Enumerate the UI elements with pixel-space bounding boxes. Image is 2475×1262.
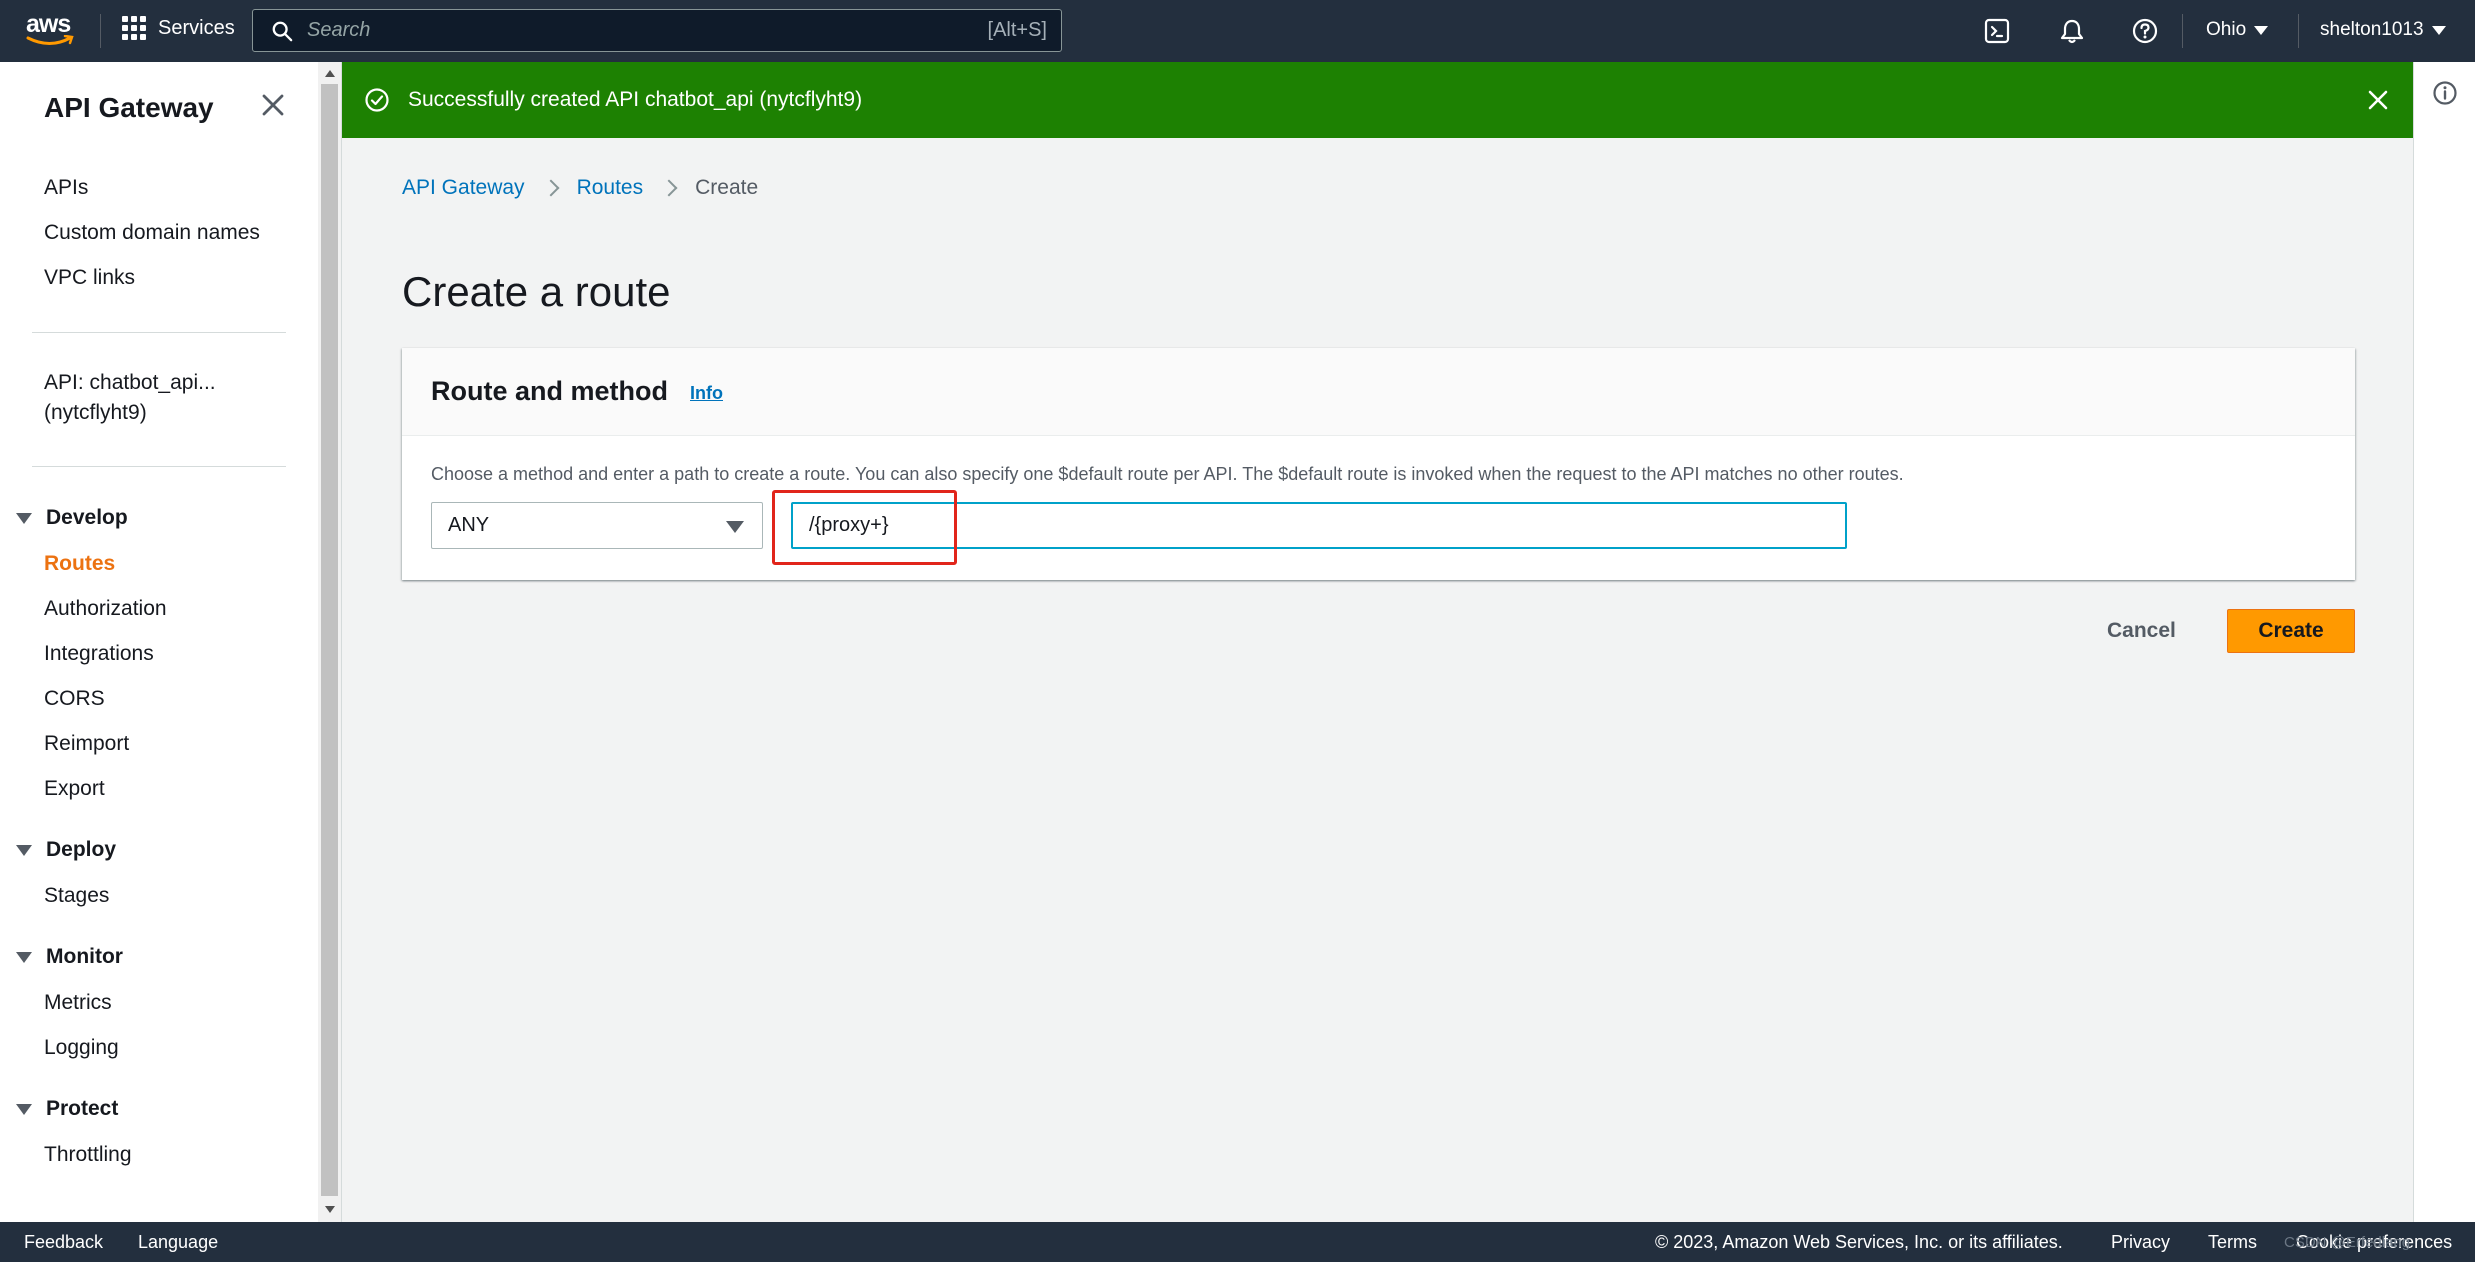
scroll-down-arrow-icon[interactable] bbox=[325, 1206, 335, 1213]
notifications-bell-icon[interactable] bbox=[2058, 17, 2086, 45]
sidebar-scrollbar[interactable] bbox=[318, 62, 341, 1222]
cloudshell-icon[interactable] bbox=[1983, 17, 2011, 45]
services-grid-icon bbox=[122, 16, 146, 40]
chevron-right-icon bbox=[660, 179, 678, 197]
language-selector[interactable]: Language bbox=[138, 1232, 218, 1253]
account-name: shelton1013 bbox=[2320, 19, 2424, 40]
api-name: API: chatbot_api... bbox=[44, 371, 216, 394]
sidebar-item-stages[interactable]: Stages bbox=[44, 884, 109, 908]
sidebar-title[interactable]: API Gateway bbox=[44, 92, 214, 124]
section-develop[interactable]: Develop bbox=[16, 506, 128, 530]
search-bar[interactable]: [Alt+S] bbox=[252, 9, 1062, 52]
sidebar-item-routes[interactable]: Routes bbox=[44, 552, 115, 576]
services-label: Services bbox=[158, 16, 235, 39]
page-title: Create a route bbox=[402, 268, 671, 315]
section-label: Monitor bbox=[46, 945, 123, 968]
sidebar-item-logging[interactable]: Logging bbox=[44, 1036, 119, 1060]
method-select[interactable]: ANY bbox=[431, 502, 763, 549]
privacy-link[interactable]: Privacy bbox=[2111, 1232, 2170, 1253]
main-content: API Gateway Routes Create Create a route… bbox=[342, 138, 2413, 1222]
info-link[interactable]: Info bbox=[690, 383, 723, 404]
sidebar-item-integrations[interactable]: Integrations bbox=[44, 642, 154, 666]
sidebar-item-apis[interactable]: APIs bbox=[44, 176, 88, 200]
sidebar-divider bbox=[32, 466, 286, 467]
sidebar-item-export[interactable]: Export bbox=[44, 777, 105, 801]
scrollbar-thumb[interactable] bbox=[321, 84, 338, 1196]
nav-divider bbox=[100, 14, 101, 48]
caret-down-icon bbox=[726, 521, 744, 533]
section-monitor[interactable]: Monitor bbox=[16, 945, 123, 969]
expand-triangle-icon bbox=[16, 844, 32, 856]
services-menu-button[interactable]: Services bbox=[122, 16, 235, 40]
breadcrumb-api-gateway[interactable]: API Gateway bbox=[402, 176, 525, 200]
search-shortcut-hint: [Alt+S] bbox=[987, 19, 1047, 41]
copyright-text: © 2023, Amazon Web Services, Inc. or its… bbox=[1655, 1232, 2063, 1252]
api-id: (nytcflyht9) bbox=[44, 401, 147, 424]
sidebar-item-metrics[interactable]: Metrics bbox=[44, 991, 112, 1015]
feedback-link[interactable]: Feedback bbox=[24, 1232, 103, 1253]
section-label: Develop bbox=[46, 506, 128, 529]
sidebar-item-throttling[interactable]: Throttling bbox=[44, 1143, 132, 1167]
success-flash-banner: Successfully created API chatbot_api (ny… bbox=[342, 62, 2413, 138]
region-selector[interactable]: Ohio bbox=[2206, 19, 2269, 41]
search-input[interactable] bbox=[307, 19, 988, 42]
scroll-up-arrow-icon[interactable] bbox=[325, 70, 335, 77]
search-icon bbox=[272, 21, 293, 41]
breadcrumb: API Gateway Routes Create bbox=[402, 176, 758, 200]
chevron-right-icon bbox=[542, 179, 560, 197]
section-deploy[interactable]: Deploy bbox=[16, 838, 116, 862]
breadcrumb-create: Create bbox=[695, 176, 759, 199]
sidebar-api-context[interactable]: API: chatbot_api... (nytcflyht9) bbox=[44, 368, 216, 428]
expand-triangle-icon bbox=[16, 1103, 32, 1115]
breadcrumb-routes[interactable]: Routes bbox=[577, 176, 644, 200]
caret-down-icon bbox=[2254, 25, 2269, 35]
top-navigation: aws Services [Alt+S] Ohio bbox=[0, 0, 2475, 62]
section-protect[interactable]: Protect bbox=[16, 1097, 118, 1121]
sidebar-item-cors[interactable]: CORS bbox=[44, 687, 105, 711]
help-icon[interactable] bbox=[2131, 17, 2159, 45]
expand-triangle-icon bbox=[16, 512, 32, 524]
console-footer: Feedback Language © 2023, Amazon Web Ser… bbox=[0, 1222, 2475, 1262]
region-label: Ohio bbox=[2206, 19, 2247, 40]
method-selected-value: ANY bbox=[448, 514, 490, 536]
info-panel-icon[interactable] bbox=[2432, 80, 2458, 106]
cancel-button[interactable]: Cancel bbox=[2089, 609, 2194, 653]
route-and-method-panel: Route and method Info Choose a method an… bbox=[402, 348, 2355, 580]
nav-divider bbox=[2182, 14, 2183, 48]
sidebar-item-custom-domain-names[interactable]: Custom domain names bbox=[44, 221, 260, 245]
tools-rail bbox=[2413, 62, 2475, 1222]
sidebar-divider bbox=[32, 332, 286, 333]
aws-logo-text: aws bbox=[26, 10, 71, 38]
flash-message: Successfully created API chatbot_api (ny… bbox=[408, 88, 863, 111]
dismiss-flash-icon[interactable] bbox=[2363, 85, 2393, 115]
close-sidebar-icon[interactable] bbox=[258, 90, 288, 120]
panel-header: Route and method Info bbox=[402, 348, 2355, 436]
sidebar-item-reimport[interactable]: Reimport bbox=[44, 732, 129, 756]
sidebar-item-authorization[interactable]: Authorization bbox=[44, 597, 167, 621]
caret-down-icon bbox=[2431, 25, 2446, 35]
sidebar-item-vpc-links[interactable]: VPC links bbox=[44, 266, 135, 290]
panel-description: Choose a method and enter a path to crea… bbox=[431, 464, 1904, 484]
panel-title: Route and method bbox=[431, 376, 668, 406]
expand-triangle-icon bbox=[16, 951, 32, 963]
aws-logo[interactable]: aws bbox=[26, 12, 78, 50]
create-button[interactable]: Create bbox=[2227, 609, 2355, 653]
side-navigation: API Gateway APIs Custom domain names VPC… bbox=[0, 62, 318, 1222]
nav-divider bbox=[2298, 14, 2299, 48]
terms-link[interactable]: Terms bbox=[2208, 1232, 2257, 1253]
section-label: Deploy bbox=[46, 838, 117, 861]
section-label: Protect bbox=[46, 1097, 119, 1120]
success-check-circle-icon bbox=[365, 88, 389, 112]
account-menu[interactable]: shelton1013 bbox=[2320, 19, 2446, 41]
watermark-text: CSDN @Erfedlang bbox=[2284, 1234, 2411, 1251]
route-path-input[interactable] bbox=[791, 502, 1847, 549]
